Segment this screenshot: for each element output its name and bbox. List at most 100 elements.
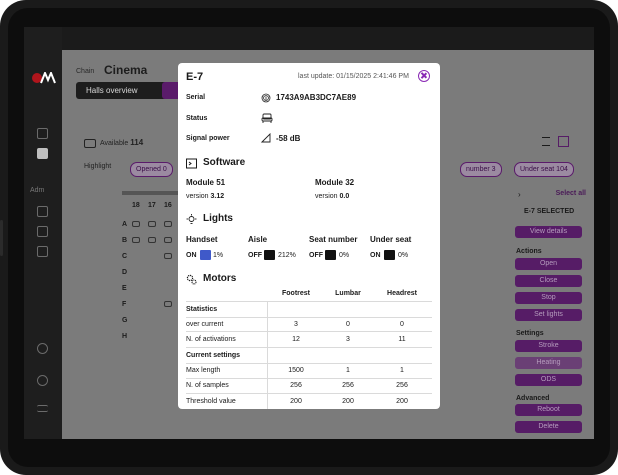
seat[interactable] bbox=[148, 221, 156, 227]
ods-button[interactable]: ODS bbox=[515, 374, 582, 386]
setting-row-label: Max length bbox=[186, 367, 221, 374]
actions-label: Actions bbox=[516, 248, 542, 255]
seat[interactable] bbox=[164, 301, 172, 307]
lock-nav-icon[interactable] bbox=[37, 226, 48, 237]
highlight-chip-under-seat[interactable]: Under seat 104 bbox=[514, 162, 574, 177]
view-details-button[interactable]: View details bbox=[515, 226, 582, 238]
light-color-swatch[interactable] bbox=[200, 250, 211, 260]
user-icon[interactable] bbox=[37, 343, 48, 354]
table-divider bbox=[186, 393, 432, 394]
light-name: Aisle bbox=[248, 235, 268, 244]
open-button[interactable]: Open bbox=[515, 258, 582, 270]
highlight-chip-number[interactable]: number 3 bbox=[460, 162, 502, 177]
calendar-nav-icon[interactable] bbox=[37, 206, 48, 217]
motor-column-header: Footrest bbox=[282, 290, 310, 297]
seat[interactable] bbox=[148, 237, 156, 243]
seat-details-modal: E-7 last update: 01/15/2025 2:41:46 PM S… bbox=[178, 63, 440, 409]
row-label: G bbox=[122, 317, 128, 324]
dashboard-nav-icon[interactable] bbox=[37, 128, 48, 139]
statistics-label: Statistics bbox=[186, 306, 218, 313]
setting-cell: 256 bbox=[342, 382, 354, 389]
close-icon[interactable] bbox=[418, 70, 430, 82]
menu-icon[interactable] bbox=[37, 405, 48, 412]
setting-row-label: N. of samples bbox=[186, 382, 229, 389]
chain-label: Chain bbox=[76, 68, 95, 75]
setting-cell: 256 bbox=[290, 382, 302, 389]
chevron-right-icon[interactable]: › bbox=[518, 190, 521, 199]
tablet-side-button bbox=[0, 220, 3, 256]
setting-row-label: Threshold value bbox=[186, 398, 236, 405]
delete-button[interactable]: Delete bbox=[515, 421, 582, 433]
stat-cell: 3 bbox=[294, 321, 298, 328]
last-update: last update: 01/15/2025 2:41:46 PM bbox=[298, 73, 409, 80]
available-summary: Available 114 bbox=[84, 138, 143, 148]
stop-button[interactable]: Stop bbox=[515, 292, 582, 304]
light-color-swatch[interactable] bbox=[325, 250, 336, 260]
light-state: ON bbox=[370, 252, 381, 259]
info-icon[interactable] bbox=[37, 375, 48, 386]
setting-cell: 1 bbox=[400, 367, 404, 374]
set-lights-button[interactable]: Set lights bbox=[515, 309, 582, 321]
setting-cell: 1 bbox=[346, 367, 350, 374]
light-color-swatch[interactable] bbox=[264, 250, 275, 260]
light-state: ON bbox=[186, 252, 197, 259]
available-count: 114 bbox=[130, 138, 144, 147]
light-value: 0% bbox=[398, 252, 409, 259]
stat-cell: 12 bbox=[292, 336, 300, 343]
lights-title: Lights bbox=[203, 213, 233, 224]
reboot-button[interactable]: Reboot bbox=[515, 404, 582, 416]
row-label: E bbox=[122, 285, 127, 292]
motor-column-header: Headrest bbox=[387, 290, 417, 297]
motor-column-header: Lumbar bbox=[335, 290, 361, 297]
serial-value: 1743A9AB3DC7AE89 bbox=[276, 93, 357, 102]
status-label: Status bbox=[186, 115, 208, 122]
seat[interactable] bbox=[132, 221, 140, 227]
row-label: D bbox=[122, 269, 128, 276]
highlight-chip-opened[interactable]: Opened 0 bbox=[130, 162, 173, 177]
seat[interactable] bbox=[164, 237, 172, 243]
version-label: version bbox=[315, 193, 338, 200]
light-value: 0% bbox=[339, 252, 350, 259]
light-value: 212% bbox=[278, 252, 296, 259]
signal-label: Signal power bbox=[186, 135, 230, 142]
seat-icon bbox=[84, 138, 96, 148]
module-version: version 3.12 bbox=[186, 193, 224, 200]
grid-view-icon[interactable] bbox=[558, 136, 569, 147]
select-all-link[interactable]: Select all bbox=[556, 190, 586, 197]
gears-icon bbox=[186, 274, 197, 285]
setting-cell: 200 bbox=[396, 398, 408, 405]
heating-button[interactable]: Heating bbox=[515, 357, 582, 369]
seat[interactable] bbox=[164, 253, 172, 259]
table-divider bbox=[186, 347, 432, 348]
light-bulb-icon bbox=[186, 214, 197, 224]
modal-title: E-7 bbox=[186, 71, 204, 83]
light-color-swatch[interactable] bbox=[384, 250, 395, 260]
fingerprint-icon bbox=[261, 93, 271, 103]
software-icon bbox=[186, 158, 197, 169]
seat[interactable] bbox=[132, 237, 140, 243]
software-title: Software bbox=[203, 157, 246, 168]
settings-label: Settings bbox=[516, 330, 544, 337]
light-state: OFF bbox=[309, 252, 323, 259]
halls-nav-icon[interactable] bbox=[37, 148, 48, 159]
seat-status-icon bbox=[261, 113, 273, 123]
close-button[interactable]: Close bbox=[515, 275, 582, 287]
left-nav: Adm bbox=[24, 27, 62, 439]
list-nav-icon[interactable] bbox=[37, 246, 48, 257]
stat-cell: 11 bbox=[398, 336, 406, 343]
advanced-label: Advanced bbox=[516, 395, 550, 402]
light-name: Seat number bbox=[309, 235, 358, 244]
tab-halls-overview[interactable]: Halls overview bbox=[76, 82, 168, 99]
serial-label: Serial bbox=[186, 94, 206, 101]
signal-icon bbox=[261, 133, 271, 143]
stat-row-label: N. of activations bbox=[186, 336, 236, 343]
light-name: Under seat bbox=[370, 235, 412, 244]
module-name: Module 32 bbox=[315, 178, 355, 187]
row-label: F bbox=[122, 301, 127, 308]
stroke-button[interactable]: Stroke bbox=[515, 340, 582, 352]
right-action-panel: › Select all E-7 SELECTED View details A… bbox=[514, 190, 594, 435]
seat[interactable] bbox=[164, 221, 172, 227]
row-label: B bbox=[122, 237, 128, 244]
light-state: OFF bbox=[248, 252, 262, 259]
list-view-icon[interactable] bbox=[542, 137, 550, 146]
